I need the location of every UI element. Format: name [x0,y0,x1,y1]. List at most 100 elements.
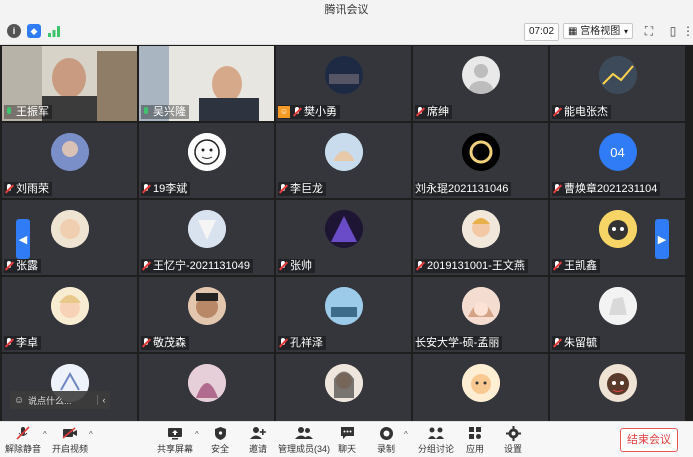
participant-name: 李卓 [16,337,38,349]
mic-muted-icon [552,337,563,349]
participant-tile[interactable]: 能电张杰 [550,46,685,121]
record-button[interactable]: 录制 [366,423,406,456]
participant-tile[interactable]: 刘雨荣 [2,123,137,198]
chevron-up-icon[interactable]: ^ [195,430,199,439]
meeting-timer: 07:02 [524,23,559,41]
view-selector[interactable]: ▦ 宫格视图 ▾ [563,23,633,39]
participant-tile[interactable]: 张帅 [276,200,411,275]
next-page-button[interactable]: ▶ [655,219,669,259]
participant-name: 席绅 [427,106,449,118]
participant-name: 张露 [16,260,38,272]
invite-button[interactable]: 邀请 [238,423,278,456]
breakout-rooms-button[interactable]: 分组讨论 [416,423,456,456]
settings-label: 设置 [503,444,522,454]
signal-icon[interactable] [47,24,61,38]
chevron-right-icon: ▶ [657,233,667,246]
participant-tile[interactable]: 敬茂森 [139,277,274,352]
participant-avatar [187,210,226,248]
info-icon[interactable]: i [7,24,21,38]
breakout-rooms-label: 分组讨论 [417,444,454,454]
video-off-icon [61,425,79,441]
start-video-button[interactable]: 开启视频 [50,423,90,456]
participant-nameplate: 李巨龙 [278,182,326,196]
participant-tile[interactable]: 2019131001-王文燕 [413,200,548,275]
chat-icon [338,425,356,441]
chevron-left-icon: ◀ [18,233,28,246]
participant-avatar [461,210,500,248]
mic-on-icon [141,106,151,118]
fullscreen-icon[interactable]: ⛶ [642,24,656,38]
chevron-down-icon: ▾ [623,27,628,36]
apps-button[interactable]: 应用 [455,423,495,456]
participant-tile[interactable]: 王忆宁-2021131049 [139,200,274,275]
chevron-up-icon[interactable]: ^ [89,430,93,439]
participant-tile[interactable] [550,354,685,421]
participant-nameplate: 孔祥泽 [278,336,326,350]
participant-tile[interactable]: 吴兴隆 [139,46,274,121]
participant-tile[interactable]: 孔祥泽 [276,277,411,352]
participant-nameplate: 席绅 [415,105,452,119]
settings-button[interactable]: 设置 [493,423,533,456]
participant-name: 朱留毓 [564,337,597,349]
chat-input[interactable]: ☺ 说点什么... ‹ [10,391,110,409]
participant-avatar [50,133,89,171]
security-button[interactable]: 安全 [200,423,240,456]
chevron-up-icon[interactable]: ^ [404,430,408,439]
security-label: 安全 [210,444,229,454]
participant-tile[interactable] [276,354,411,421]
members-icon [295,425,313,441]
collapse-chat-icon[interactable]: ‹ [97,395,110,405]
mic-on-icon [4,106,14,118]
participant-tile[interactable]: 李巨龙 [276,123,411,198]
emoji-icon[interactable]: ☺ [10,395,28,406]
participant-name: 刘雨荣 [16,183,49,195]
participant-tile[interactable]: 04 曹焕章2021231104 [550,123,685,198]
user-badge-icon: ☺ [278,106,290,118]
participant-nameplate: 李卓 [4,336,41,350]
participant-tile[interactable] [139,354,274,421]
participant-name: 王振军 [16,106,49,118]
participant-avatar [50,287,89,325]
previous-page-button[interactable]: ◀ [16,219,30,259]
participant-tile[interactable]: 席绅 [413,46,548,121]
manage-members-label: 管理成员(34) [278,444,331,454]
chat-button[interactable]: 聊天 [327,423,367,456]
participant-avatar [324,56,363,94]
grid-view-icon: ▦ [568,26,581,37]
participant-tile[interactable]: 刘永琨2021131046 [413,123,548,198]
participant-tile[interactable] [2,354,137,421]
mic-muted-icon [4,260,15,272]
participant-tile[interactable]: 李卓 [2,277,137,352]
participant-avatar [461,133,500,171]
participant-tile[interactable]: 19李斌 [139,123,274,198]
participant-tile[interactable]: 长安大学-硕-孟丽 [413,277,548,352]
participant-nameplate: 吴兴隆 [141,105,189,119]
apps-icon [466,425,484,441]
share-screen-button[interactable]: 共享屏幕 [155,423,195,456]
participant-nameplate: 2019131001-王文燕 [415,259,528,273]
record-icon [377,425,395,441]
unmute-button[interactable]: 解除静音 [3,423,43,456]
participant-tile[interactable] [413,354,548,421]
view-selector-label: 宫格视图 [580,26,621,37]
participant-nameplate: 刘永琨2021131046 [415,182,512,196]
shield-icon[interactable]: ◆ [27,24,41,38]
window-title: 腾讯会议 [0,0,693,20]
manage-members-button[interactable]: 管理成员(34) [278,423,330,456]
participant-tile[interactable]: ☺ 樊小勇 [276,46,411,121]
participant-tile[interactable]: 王振军 [2,46,137,121]
participant-name: 刘永琨2021131046 [415,183,509,195]
side-panel-icon[interactable]: ▯ [666,24,680,38]
video-grid: 王振军 吴兴隆 ☺ 樊小勇 席绅 能电张杰 刘雨荣 19李斌 李巨龙 刘永琨20… [0,45,693,421]
participant-name: 敬茂森 [153,337,186,349]
participant-avatar [598,56,637,94]
more-icon[interactable]: ⋮ [682,24,693,38]
chat-label: 聊天 [337,444,356,454]
participant-name: 长安大学-硕-孟丽 [415,337,500,349]
participant-name: 张帅 [290,260,312,272]
mic-muted-icon [4,183,15,195]
chevron-up-icon[interactable]: ^ [43,430,47,439]
end-meeting-button[interactable]: 结束会议 [620,428,678,452]
participant-avatar [324,364,363,402]
participant-tile[interactable]: 朱留毓 [550,277,685,352]
